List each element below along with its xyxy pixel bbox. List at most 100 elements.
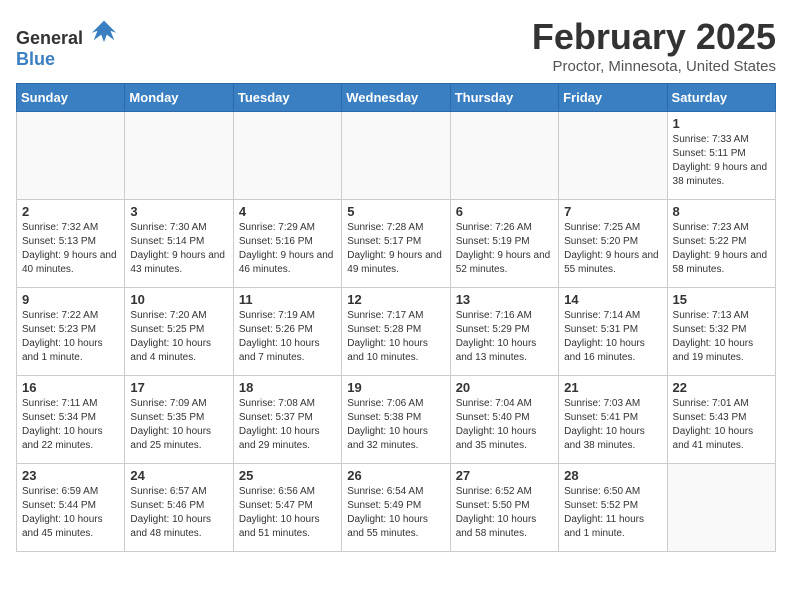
day-number: 3 — [130, 204, 227, 219]
day-cell: 2 Sunrise: 7:32 AM Sunset: 5:13 PM Daylig… — [17, 200, 125, 288]
day-cell: 20 Sunrise: 7:04 AM Sunset: 5:40 PM Dayli… — [450, 376, 558, 464]
day-header-wednesday: Wednesday — [342, 84, 450, 112]
day-cell: 27 Sunrise: 6:52 AM Sunset: 5:50 PM Dayli… — [450, 464, 558, 552]
day-cell: 14 Sunrise: 7:14 AM Sunset: 5:31 PM Dayli… — [559, 288, 667, 376]
day-info: Sunrise: 7:06 AM Sunset: 5:38 PM Dayligh… — [347, 397, 444, 453]
day-number: 9 — [22, 292, 119, 307]
day-number: 4 — [239, 204, 336, 219]
calendar-title: February 2025 — [532, 16, 776, 58]
day-cell: 19 Sunrise: 7:06 AM Sunset: 5:38 PM Dayli… — [342, 376, 450, 464]
day-cell: 8Sunrise: 7:23 AM Sunset: 5:22 PM Daylig… — [667, 200, 775, 288]
logo: General Blue — [16, 16, 118, 70]
day-number: 16 — [22, 380, 119, 395]
day-number: 11 — [239, 292, 336, 307]
logo-general: General — [16, 28, 83, 48]
day-info: Sunrise: 7:14 AM Sunset: 5:31 PM Dayligh… — [564, 309, 661, 365]
day-number: 24 — [130, 468, 227, 483]
day-number: 5 — [347, 204, 444, 219]
day-header-monday: Monday — [125, 84, 233, 112]
day-info: Sunrise: 7:04 AM Sunset: 5:40 PM Dayligh… — [456, 397, 553, 453]
day-info: Sunrise: 7:20 AM Sunset: 5:25 PM Dayligh… — [130, 309, 227, 365]
title-block: February 2025 Proctor, Minnesota, United… — [532, 16, 776, 75]
day-cell: 12 Sunrise: 7:17 AM Sunset: 5:28 PM Dayli… — [342, 288, 450, 376]
day-header-sunday: Sunday — [17, 84, 125, 112]
day-cell: 23 Sunrise: 6:59 AM Sunset: 5:44 PM Dayli… — [17, 464, 125, 552]
day-cell: 4 Sunrise: 7:29 AM Sunset: 5:16 PM Daylig… — [233, 200, 341, 288]
day-info: Sunrise: 7:32 AM Sunset: 5:13 PM Dayligh… — [22, 221, 119, 277]
day-cell — [17, 112, 125, 200]
day-cell — [667, 464, 775, 552]
day-info: Sunrise: 7:01 AM Sunset: 5:43 PM Dayligh… — [673, 397, 770, 453]
day-info: Sunrise: 6:59 AM Sunset: 5:44 PM Dayligh… — [22, 485, 119, 541]
day-info: Sunrise: 7:11 AM Sunset: 5:34 PM Dayligh… — [22, 397, 119, 453]
day-number: 7 — [564, 204, 661, 219]
day-cell: 25Sunrise: 6:56 AM Sunset: 5:47 PM Dayli… — [233, 464, 341, 552]
day-cell: 15 Sunrise: 7:13 AM Sunset: 5:32 PM Dayli… — [667, 288, 775, 376]
day-number: 17 — [130, 380, 227, 395]
week-row-1: 1 Sunrise: 7:33 AM Sunset: 5:11 PM Daylig… — [17, 112, 776, 200]
day-number: 23 — [22, 468, 119, 483]
day-number: 2 — [22, 204, 119, 219]
day-info: Sunrise: 7:17 AM Sunset: 5:28 PM Dayligh… — [347, 309, 444, 365]
day-info: Sunrise: 7:33 AM Sunset: 5:11 PM Dayligh… — [673, 133, 770, 189]
day-info: Sunrise: 7:09 AM Sunset: 5:35 PM Dayligh… — [130, 397, 227, 453]
day-info: Sunrise: 6:57 AM Sunset: 5:46 PM Dayligh… — [130, 485, 227, 541]
day-number: 28 — [564, 468, 661, 483]
day-info: Sunrise: 7:30 AM Sunset: 5:14 PM Dayligh… — [130, 221, 227, 277]
day-cell: 7 Sunrise: 7:25 AM Sunset: 5:20 PM Daylig… — [559, 200, 667, 288]
calendar-subtitle: Proctor, Minnesota, United States — [532, 58, 776, 75]
day-number: 14 — [564, 292, 661, 307]
day-cell: 18 Sunrise: 7:08 AM Sunset: 5:37 PM Dayli… — [233, 376, 341, 464]
day-cell: 9 Sunrise: 7:22 AM Sunset: 5:23 PM Daylig… — [17, 288, 125, 376]
day-number: 12 — [347, 292, 444, 307]
day-cell: 24 Sunrise: 6:57 AM Sunset: 5:46 PM Dayli… — [125, 464, 233, 552]
day-header-tuesday: Tuesday — [233, 84, 341, 112]
day-number: 13 — [456, 292, 553, 307]
day-info: Sunrise: 7:13 AM Sunset: 5:32 PM Dayligh… — [673, 309, 770, 365]
week-row-4: 16 Sunrise: 7:11 AM Sunset: 5:34 PM Dayli… — [17, 376, 776, 464]
day-cell: 11 Sunrise: 7:19 AM Sunset: 5:26 PM Dayli… — [233, 288, 341, 376]
day-info: Sunrise: 7:26 AM Sunset: 5:19 PM Dayligh… — [456, 221, 553, 277]
logo-blue: Blue — [16, 49, 55, 69]
day-cell — [450, 112, 558, 200]
logo-bird-icon — [90, 16, 118, 44]
day-cell: 28Sunrise: 6:50 AM Sunset: 5:52 PM Dayli… — [559, 464, 667, 552]
day-cell — [559, 112, 667, 200]
day-number: 22 — [673, 380, 770, 395]
day-cell — [342, 112, 450, 200]
page-header: General Blue February 2025 Proctor, Minn… — [16, 16, 776, 75]
day-header-friday: Friday — [559, 84, 667, 112]
day-header-saturday: Saturday — [667, 84, 775, 112]
day-info: Sunrise: 7:19 AM Sunset: 5:26 PM Dayligh… — [239, 309, 336, 365]
day-info: Sunrise: 7:25 AM Sunset: 5:20 PM Dayligh… — [564, 221, 661, 277]
week-row-5: 23 Sunrise: 6:59 AM Sunset: 5:44 PM Dayli… — [17, 464, 776, 552]
day-info: Sunrise: 7:29 AM Sunset: 5:16 PM Dayligh… — [239, 221, 336, 277]
week-row-2: 2 Sunrise: 7:32 AM Sunset: 5:13 PM Daylig… — [17, 200, 776, 288]
day-info: Sunrise: 7:03 AM Sunset: 5:41 PM Dayligh… — [564, 397, 661, 453]
day-cell: 6Sunrise: 7:26 AM Sunset: 5:19 PM Daylig… — [450, 200, 558, 288]
day-cell — [233, 112, 341, 200]
day-number: 18 — [239, 380, 336, 395]
day-info: Sunrise: 7:22 AM Sunset: 5:23 PM Dayligh… — [22, 309, 119, 365]
day-info: Sunrise: 7:16 AM Sunset: 5:29 PM Dayligh… — [456, 309, 553, 365]
day-number: 19 — [347, 380, 444, 395]
day-cell: 26Sunrise: 6:54 AM Sunset: 5:49 PM Dayli… — [342, 464, 450, 552]
day-number: 21 — [564, 380, 661, 395]
day-cell: 5Sunrise: 7:28 AM Sunset: 5:17 PM Daylig… — [342, 200, 450, 288]
day-number: 1 — [673, 116, 770, 131]
day-info: Sunrise: 6:54 AM Sunset: 5:49 PM Dayligh… — [347, 485, 444, 541]
day-info: Sunrise: 6:56 AM Sunset: 5:47 PM Dayligh… — [239, 485, 336, 541]
day-number: 15 — [673, 292, 770, 307]
day-cell: 13 Sunrise: 7:16 AM Sunset: 5:29 PM Dayli… — [450, 288, 558, 376]
day-number: 27 — [456, 468, 553, 483]
day-header-row: SundayMondayTuesdayWednesdayThursdayFrid… — [17, 84, 776, 112]
day-number: 10 — [130, 292, 227, 307]
day-cell: 10 Sunrise: 7:20 AM Sunset: 5:25 PM Dayli… — [125, 288, 233, 376]
calendar-table: SundayMondayTuesdayWednesdayThursdayFrid… — [16, 83, 776, 552]
day-cell: 1 Sunrise: 7:33 AM Sunset: 5:11 PM Daylig… — [667, 112, 775, 200]
day-info: Sunrise: 7:08 AM Sunset: 5:37 PM Dayligh… — [239, 397, 336, 453]
day-cell: 21 Sunrise: 7:03 AM Sunset: 5:41 PM Dayli… — [559, 376, 667, 464]
day-info: Sunrise: 7:23 AM Sunset: 5:22 PM Dayligh… — [673, 221, 770, 277]
day-number: 20 — [456, 380, 553, 395]
day-info: Sunrise: 6:52 AM Sunset: 5:50 PM Dayligh… — [456, 485, 553, 541]
